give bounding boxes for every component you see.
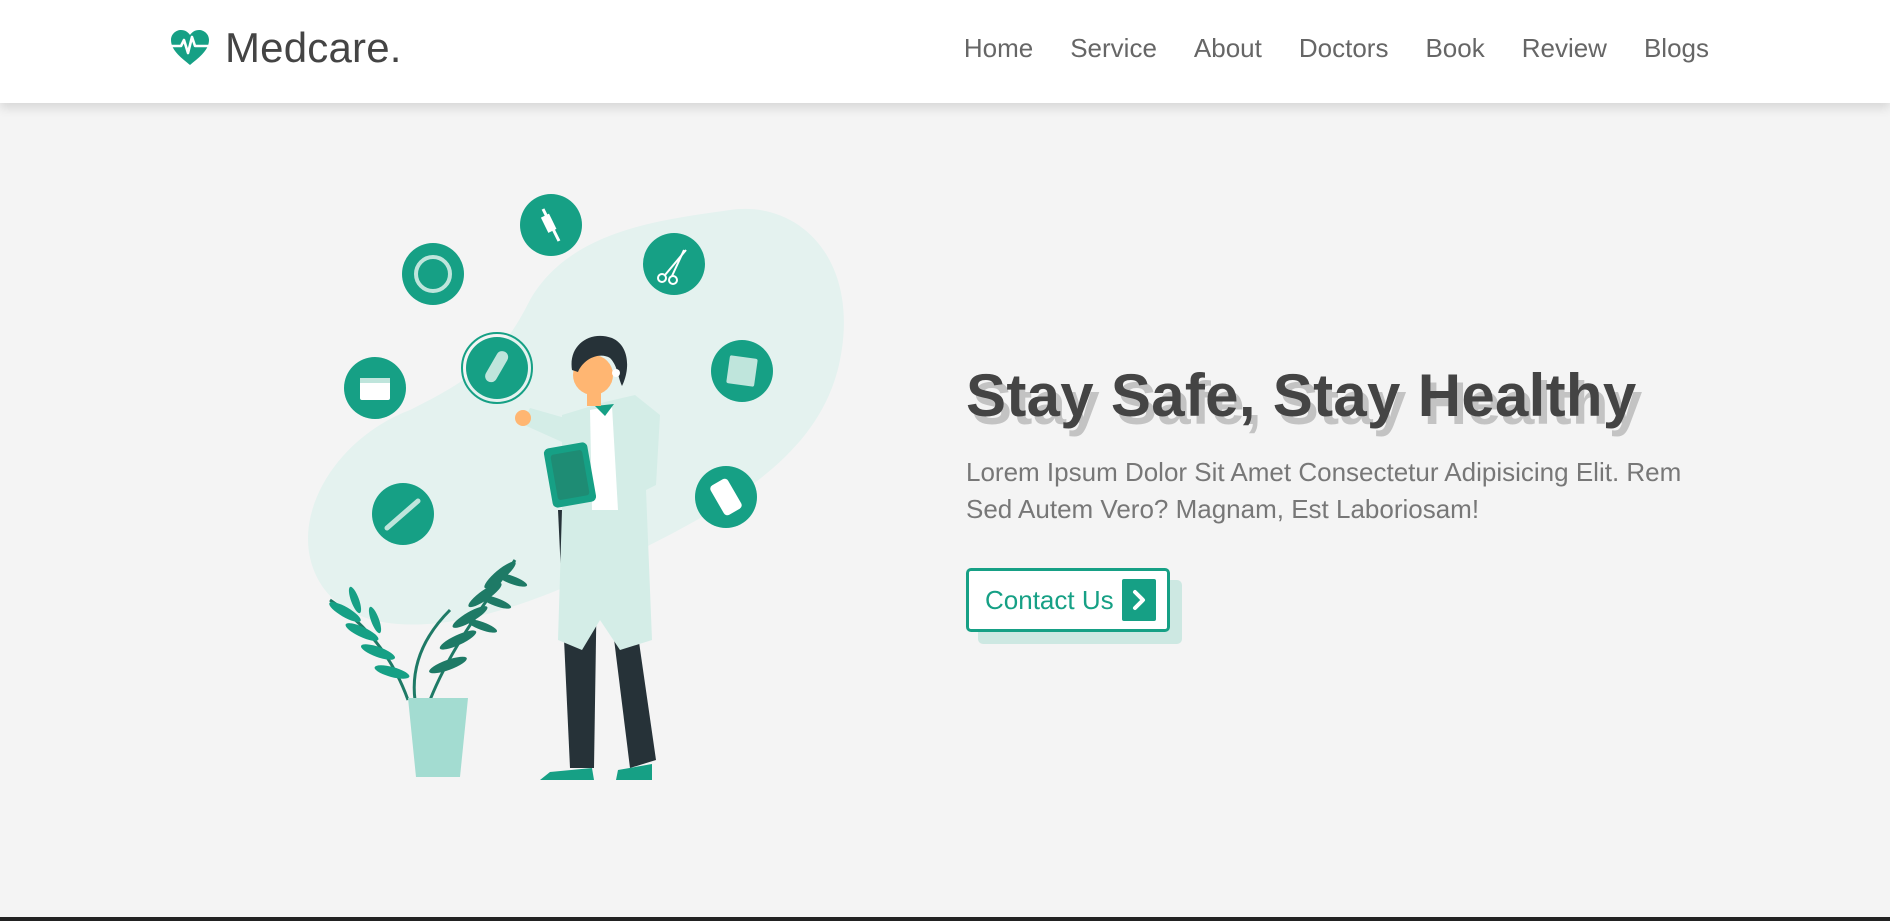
ring-icon [402,243,464,305]
nav-book[interactable]: Book [1425,30,1484,66]
syringe-icon [520,194,582,256]
capsule-icon [461,332,533,404]
contact-button-wrapper: Contact Us [966,568,1182,644]
brand-name: Medcare. [225,24,402,71]
main-nav: Home Service About Doctors Book Review B… [927,30,1709,66]
hero-title: Stay Safe, Stay Healthy [966,362,1637,429]
navbar: Medcare. Home Service About Doctors Book… [0,0,1890,103]
chevron-right-icon [1121,579,1156,621]
hero-content: Stay Safe, Stay Healthy Lorem Ipsum Dolo… [966,360,1726,644]
heartbeat-icon [170,30,210,65]
nav-doctors[interactable]: Doctors [1299,30,1389,66]
nav-about[interactable]: About [1194,30,1262,66]
contact-us-label: Contact Us [985,584,1114,615]
doctor-illustration [308,194,844,780]
pill-blister-icon [695,466,757,528]
nav-review[interactable]: Review [1522,30,1607,66]
nav-home[interactable]: Home [964,30,1033,66]
scissors-icon [643,233,705,295]
nav-blogs[interactable]: Blogs [1644,30,1709,66]
calendar-icon [344,357,406,419]
contact-us-button[interactable]: Contact Us [966,568,1170,632]
report-icon [711,340,773,402]
logo[interactable]: Medcare. [169,24,402,72]
hero-description: Lorem Ipsum Dolor Sit Amet Consectetur A… [966,457,1682,524]
nav-service[interactable]: Service [1070,30,1157,66]
bottom-edge-strip [0,917,1890,921]
thermometer-icon [372,483,434,545]
